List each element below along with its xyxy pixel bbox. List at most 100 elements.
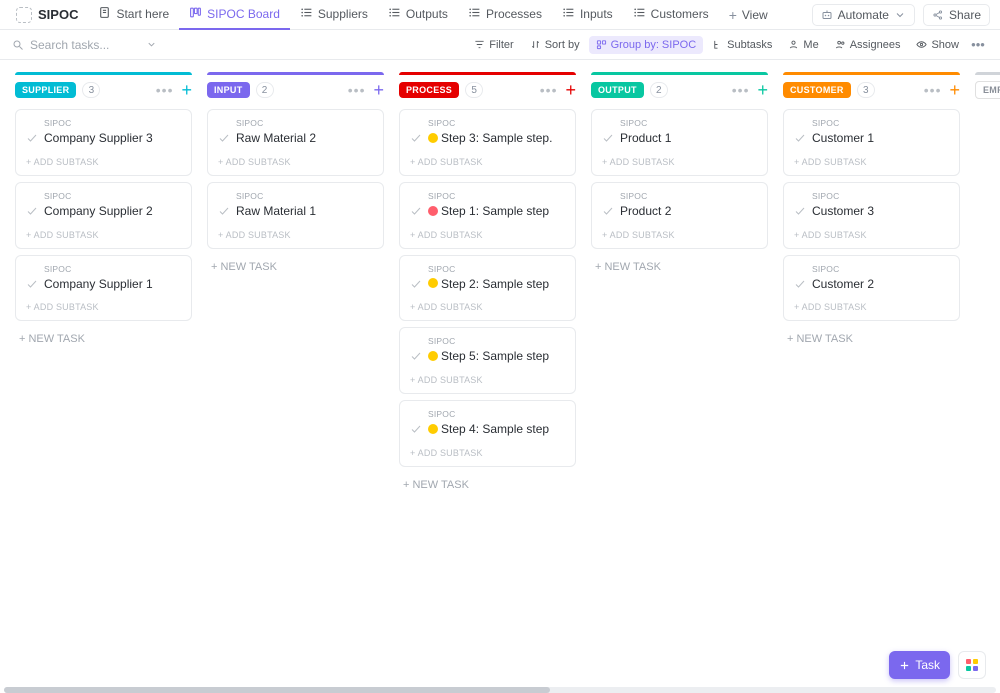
horizontal-scrollbar[interactable] [4,687,996,693]
scrollbar-thumb[interactable] [4,687,550,693]
task-check-icon[interactable] [26,278,38,290]
column-menu-button[interactable]: ••• [732,83,750,97]
column-status-tag[interactable]: INPUT [207,82,250,98]
column-add-button[interactable]: + [949,81,960,99]
add-subtask-button[interactable]: ADD SUBTASK [26,230,181,240]
task-card[interactable]: SIPOC Product 1 ADD SUBTASK [591,109,768,176]
new-task-fab[interactable]: Task [889,651,950,679]
column-add-button[interactable]: + [757,81,768,99]
view-tab-processes[interactable]: Processes [458,0,552,30]
add-subtask-button[interactable]: ADD SUBTASK [26,302,181,312]
new-task-button[interactable]: NEW TASK [783,327,960,351]
task-check-icon[interactable] [410,205,422,217]
task-check-icon[interactable] [602,132,614,144]
column-menu-button[interactable]: ••• [540,83,558,97]
more-filters-button[interactable]: ••• [968,37,988,52]
view-tab-sipoc-board[interactable]: SIPOC Board [179,0,290,30]
add-subtask-button[interactable]: ADD SUBTASK [218,230,373,240]
column-menu-button[interactable]: ••• [156,83,174,97]
new-task-button[interactable]: NEW TASK [399,473,576,497]
task-card[interactable]: SIPOC Step 3: Sample step. ADD SUBTASK [399,109,576,176]
task-card[interactable]: SIPOC Company Supplier 3 ADD SUBTASK [15,109,192,176]
group-button[interactable]: Group by: SIPOC [589,36,704,54]
view-tab-outputs[interactable]: Outputs [378,0,458,30]
task-check-icon[interactable] [26,205,38,217]
task-breadcrumb: SIPOC [44,191,181,201]
view-tab-customers[interactable]: Customers [623,0,719,30]
space-switcher[interactable]: SIPOC [10,4,84,26]
automate-button[interactable]: Automate [812,4,915,26]
task-check-icon[interactable] [410,132,422,144]
view-tab-suppliers[interactable]: Suppliers [290,0,378,30]
column-menu-button[interactable]: ••• [348,83,366,97]
task-card[interactable]: SIPOC Step 5: Sample step ADD SUBTASK [399,327,576,394]
add-subtask-button[interactable]: ADD SUBTASK [410,302,565,312]
add-subtask-button[interactable]: ADD SUBTASK [218,157,373,167]
priority-dot-icon [428,133,438,143]
column-status-tag[interactable]: CUSTOMER [783,82,851,98]
column-status-tag[interactable]: PROCESS [399,82,459,98]
column-add-button[interactable]: + [181,81,192,99]
column-status-tag[interactable]: SUPPLIER [15,82,76,98]
task-card[interactable]: SIPOC Step 2: Sample step ADD SUBTASK [399,255,576,322]
apps-fab[interactable] [958,651,986,679]
column-count: 3 [82,82,100,98]
task-card[interactable]: SIPOC Raw Material 2 ADD SUBTASK [207,109,384,176]
task-breadcrumb: SIPOC [812,191,949,201]
task-check-icon[interactable] [794,132,806,144]
task-check-icon[interactable] [602,205,614,217]
view-tab-start-here[interactable]: Start here [88,0,179,30]
task-check-icon[interactable] [410,350,422,362]
task-check-icon[interactable] [794,205,806,217]
new-task-button[interactable]: NEW TASK [15,327,192,351]
task-card[interactable]: SIPOC Step 4: Sample step ADD SUBTASK [399,400,576,467]
task-card[interactable]: SIPOC Customer 3 ADD SUBTASK [783,182,960,249]
task-title: Raw Material 1 [236,203,316,220]
view-tab-inputs[interactable]: Inputs [552,0,623,30]
new-task-button[interactable]: NEW TASK [207,255,384,279]
add-subtask-button[interactable]: ADD SUBTASK [602,230,757,240]
assignees-button[interactable]: Assignees [828,36,908,54]
new-task-button[interactable]: NEW TASK [591,255,768,279]
task-card[interactable]: SIPOC Customer 1 ADD SUBTASK [783,109,960,176]
add-subtask-button[interactable]: ADD SUBTASK [410,157,565,167]
share-button[interactable]: Share [923,4,990,26]
add-subtask-button[interactable]: ADD SUBTASK [794,302,949,312]
add-subtask-button[interactable]: ADD SUBTASK [410,230,565,240]
subtasks-button[interactable]: Subtasks [705,36,779,54]
task-card[interactable]: SIPOC Company Supplier 1 ADD SUBTASK [15,255,192,322]
search-expand-button[interactable] [142,36,160,54]
task-check-icon[interactable] [218,205,230,217]
search-input[interactable] [30,38,140,52]
new-task-button[interactable]: NE [975,109,1000,133]
task-card[interactable]: SIPOC Step 1: Sample step ADD SUBTASK [399,182,576,249]
sort-button[interactable]: Sort by [523,36,587,54]
add-view-button[interactable]: + View [719,7,778,23]
task-card[interactable]: SIPOC Product 2 ADD SUBTASK [591,182,768,249]
task-check-icon[interactable] [26,132,38,144]
add-subtask-button[interactable]: ADD SUBTASK [794,157,949,167]
task-card[interactable]: SIPOC Customer 2 ADD SUBTASK [783,255,960,322]
column-add-button[interactable]: + [565,81,576,99]
add-subtask-button[interactable]: ADD SUBTASK [26,157,181,167]
task-check-icon[interactable] [410,423,422,435]
column-status-tag[interactable]: OUTPUT [591,82,644,98]
task-check-icon[interactable] [218,132,230,144]
me-button[interactable]: Me [781,36,825,54]
add-subtask-button[interactable]: ADD SUBTASK [410,375,565,385]
column-status-tag[interactable]: Empt [975,81,1000,99]
add-subtask-button[interactable]: ADD SUBTASK [410,448,565,458]
board[interactable]: SUPPLIER 3 ••• + SIPOC Company Supplier … [0,60,1000,687]
task-check-icon[interactable] [410,278,422,290]
show-button[interactable]: Show [909,36,966,54]
task-card[interactable]: SIPOC Company Supplier 2 ADD SUBTASK [15,182,192,249]
column-add-button[interactable]: + [373,81,384,99]
task-check-icon[interactable] [794,278,806,290]
column-count: 2 [650,82,668,98]
task-card[interactable]: SIPOC Raw Material 1 ADD SUBTASK [207,182,384,249]
plus-icon: + [729,7,737,23]
add-subtask-button[interactable]: ADD SUBTASK [794,230,949,240]
column-menu-button[interactable]: ••• [924,83,942,97]
filter-button[interactable]: Filter [467,36,520,54]
add-subtask-button[interactable]: ADD SUBTASK [602,157,757,167]
